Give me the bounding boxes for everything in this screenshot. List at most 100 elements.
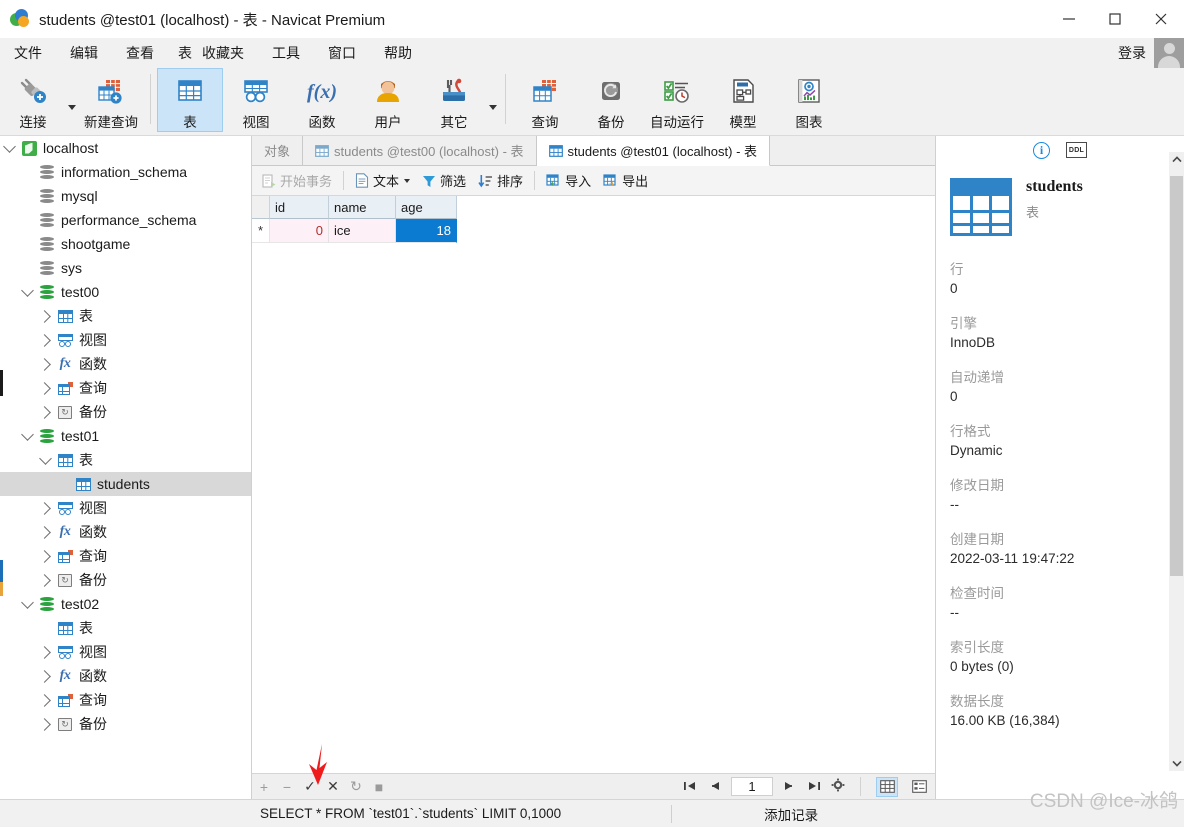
delete-record-button[interactable]: − <box>280 779 294 795</box>
data-grid[interactable]: id name age * 0 ice 18 <box>252 196 935 243</box>
tree-node-test00[interactable]: test00 <box>0 280 251 304</box>
scroll-up-arrow[interactable] <box>1169 152 1184 167</box>
chevron-right-icon[interactable] <box>36 333 54 347</box>
chevron-right-icon[interactable] <box>36 381 54 395</box>
tree-node-视图[interactable]: 视图 <box>0 496 251 520</box>
filter-button[interactable]: 筛选 <box>416 169 472 193</box>
toolbar-automation-button[interactable]: 自动运行 <box>644 68 710 132</box>
refresh-button[interactable]: ↻ <box>349 778 363 795</box>
tree-node-视图[interactable]: 视图 <box>0 640 251 664</box>
scroll-down-arrow[interactable] <box>1169 756 1184 771</box>
tree-node-查询[interactable]: 查询 <box>0 544 251 568</box>
chevron-right-icon[interactable] <box>36 549 54 563</box>
toolbar-function-button[interactable]: f(x) 函数 <box>289 68 355 132</box>
tree-node-表[interactable]: 表 <box>0 448 251 472</box>
add-record-button[interactable]: + <box>257 779 271 795</box>
tab-students-test01[interactable]: students @test01 (localhost) - 表 <box>536 136 771 166</box>
ddl-button[interactable]: DDL <box>1066 142 1087 158</box>
form-view-toggle[interactable] <box>908 777 930 797</box>
toolbar-connection-button[interactable]: 连接 <box>0 68 66 132</box>
chevron-right-icon[interactable] <box>36 645 54 659</box>
chevron-down-icon[interactable] <box>0 140 18 153</box>
toolbar-other-button[interactable]: 其它 <box>421 68 487 132</box>
grid-view-toggle[interactable] <box>876 776 898 797</box>
chevron-down-icon[interactable] <box>18 596 36 609</box>
tree-node-函数[interactable]: fx 函数 <box>0 352 251 376</box>
stop-button[interactable]: ■ <box>372 779 386 795</box>
chevron-right-icon[interactable] <box>36 525 54 539</box>
chevron-right-icon[interactable] <box>36 693 54 707</box>
tree-node-函数[interactable]: fx 函数 <box>0 520 251 544</box>
chevron-right-icon[interactable] <box>36 573 54 587</box>
toolbar-table-button[interactable]: 表 <box>157 68 223 132</box>
cell-id[interactable]: 0 <box>270 219 329 243</box>
first-page-button[interactable] <box>683 779 697 795</box>
sort-button[interactable]: 排序 <box>472 169 529 193</box>
info-icon[interactable]: i <box>1033 141 1050 159</box>
tree-node-test02[interactable]: test02 <box>0 592 251 616</box>
toolbar-query-button[interactable]: 查询 <box>512 68 578 132</box>
settings-gear-icon[interactable] <box>831 778 845 795</box>
page-number-input[interactable]: 1 <box>731 777 773 796</box>
tree-node-备份[interactable]: ↻ 备份 <box>0 712 251 736</box>
cell-age[interactable]: 18 <box>396 219 457 243</box>
scrollbar-thumb[interactable] <box>1170 176 1183 576</box>
chevron-down-icon[interactable] <box>18 428 36 441</box>
tree-node-information_schema[interactable]: information_schema <box>0 160 251 184</box>
menu-view[interactable]: 查看 <box>112 40 168 66</box>
cell-name[interactable]: ice <box>329 219 396 243</box>
chevron-right-icon[interactable] <box>36 669 54 683</box>
tree-node-表[interactable]: 表 <box>0 304 251 328</box>
chevron-right-icon[interactable] <box>36 309 54 323</box>
import-button[interactable]: 导入 <box>540 169 597 193</box>
tree-node-students[interactable]: students <box>0 472 251 496</box>
export-button[interactable]: 导出 <box>597 169 654 193</box>
toolbar-user-button[interactable]: 用户 <box>355 68 421 132</box>
avatar[interactable] <box>1154 38 1184 68</box>
last-page-button[interactable] <box>807 779 821 795</box>
begin-transaction-button[interactable]: 开始事务 <box>256 169 338 193</box>
menu-file[interactable]: 文件 <box>0 40 56 66</box>
tree-node-shootgame[interactable]: shootgame <box>0 232 251 256</box>
toolbar-new-query-button[interactable]: 新建查询 <box>78 68 144 132</box>
menu-tools[interactable]: 工具 <box>258 40 314 66</box>
toolbar-model-button[interactable]: 模型 <box>710 68 776 132</box>
menu-edit[interactable]: 编辑 <box>56 40 112 66</box>
tab-students-test00[interactable]: students @test00 (localhost) - 表 <box>303 136 537 165</box>
info-panel-scrollbar[interactable] <box>1169 152 1184 771</box>
chevron-down-icon[interactable] <box>18 284 36 297</box>
tree-node-查询[interactable]: 查询 <box>0 688 251 712</box>
next-page-button[interactable] <box>783 779 797 795</box>
tree-node-视图[interactable]: 视图 <box>0 328 251 352</box>
maximize-button[interactable] <box>1092 0 1138 38</box>
object-tree-sidebar[interactable]: localhost information_schema mysql performa… <box>0 136 251 799</box>
column-header-age[interactable]: age <box>396 196 457 219</box>
minimize-button[interactable] <box>1046 0 1092 38</box>
menu-help[interactable]: 帮助 <box>370 40 426 66</box>
tree-node-performance_schema[interactable]: performance_schema <box>0 208 251 232</box>
tree-node-mysql[interactable]: mysql <box>0 184 251 208</box>
tree-node-函数[interactable]: fx 函数 <box>0 664 251 688</box>
tree-node-备份[interactable]: ↻ 备份 <box>0 568 251 592</box>
menu-window[interactable]: 窗口 <box>314 40 370 66</box>
prev-page-button[interactable] <box>707 779 721 795</box>
column-header-id[interactable]: id <box>270 196 329 219</box>
tree-node-查询[interactable]: 查询 <box>0 376 251 400</box>
menu-table[interactable]: 表 <box>168 40 198 66</box>
connection-dropdown-caret[interactable] <box>66 68 78 132</box>
toolbar-backup-button[interactable]: 备份 <box>578 68 644 132</box>
close-button[interactable] <box>1138 0 1184 38</box>
column-header-name[interactable]: name <box>329 196 396 219</box>
text-button[interactable]: 文本 <box>349 169 416 193</box>
chevron-down-icon[interactable] <box>36 452 54 465</box>
chevron-right-icon[interactable] <box>36 501 54 515</box>
login-link[interactable]: 登录 <box>1118 43 1146 63</box>
menu-favorites[interactable]: 收藏夹 <box>198 40 258 66</box>
table-row[interactable]: * 0 ice 18 <box>252 219 935 243</box>
tree-node-test01[interactable]: test01 <box>0 424 251 448</box>
toolbar-chart-button[interactable]: 图表 <box>776 68 842 132</box>
tree-node-备份[interactable]: ↻ 备份 <box>0 400 251 424</box>
other-dropdown-caret[interactable] <box>487 68 499 132</box>
chevron-right-icon[interactable] <box>36 405 54 419</box>
tree-node-localhost[interactable]: localhost <box>0 136 251 160</box>
